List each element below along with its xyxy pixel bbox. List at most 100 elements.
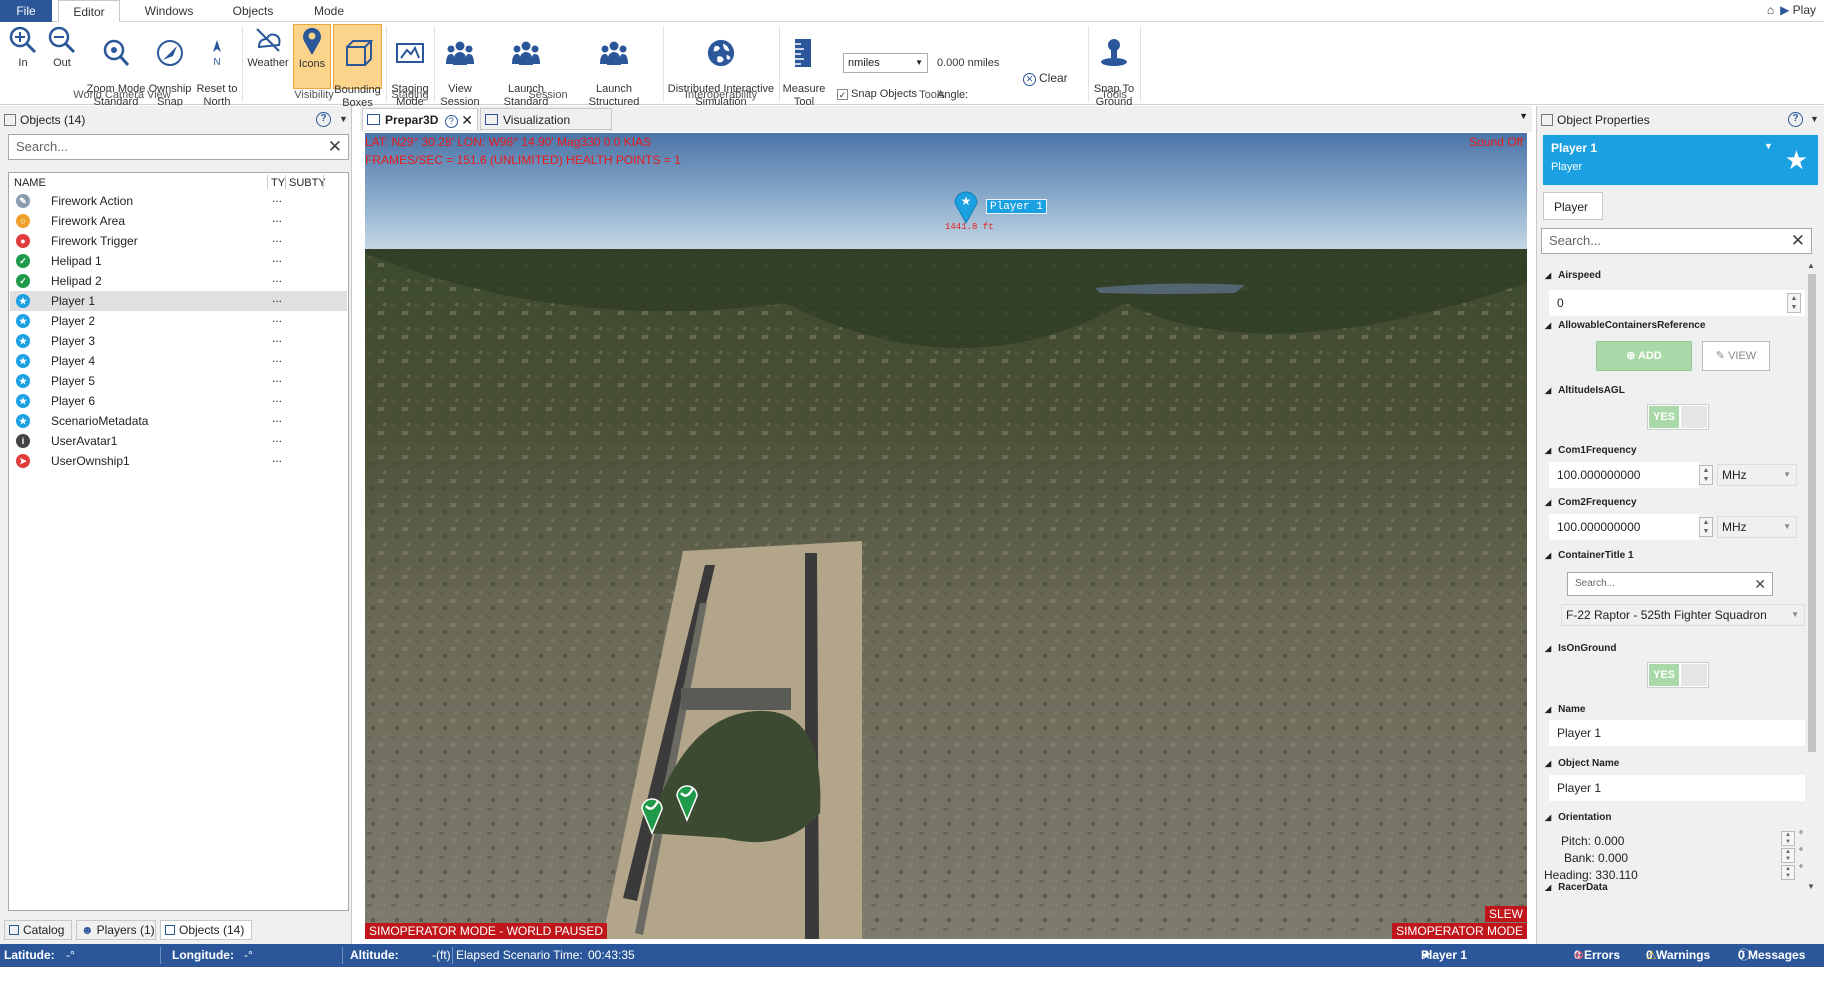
com2-stepper[interactable]: ▲ ▼ [1699, 517, 1713, 537]
zoom-in-button[interactable]: In [4, 24, 42, 70]
property-header-allowable[interactable]: ◢ AllowableContainersReference [1545, 320, 1705, 331]
name-field[interactable]: Player 1 [1549, 720, 1805, 746]
list-item[interactable]: ✓ Helipad 1... [10, 251, 347, 271]
list-item[interactable]: ★ Player 5... [10, 371, 347, 391]
menu-editor[interactable]: Editor [58, 0, 120, 23]
com2-unit-select[interactable]: MHz ▼ [1717, 516, 1797, 538]
errors-status[interactable]: ⊗ 0 Errors [1574, 944, 1620, 967]
view-button[interactable]: ✎ VIEW [1702, 341, 1770, 371]
clear-search-icon[interactable]: ✕ [1791, 229, 1805, 253]
com1-stepper[interactable]: ▲ ▼ [1699, 465, 1713, 485]
container-search-input[interactable]: Search... ✕ [1567, 572, 1773, 596]
list-item[interactable]: ● Firework Trigger... [10, 231, 347, 251]
selected-object-header[interactable]: Player 1 Player ▼ ★ [1543, 135, 1818, 185]
property-header-container[interactable]: ◢ ContainerTitle 1 [1545, 550, 1634, 561]
elapsed-time-label: Elapsed Scenario Time: [456, 948, 583, 962]
helipad-marker-icon[interactable] [639, 793, 665, 835]
play-button[interactable]: ⌂ ▶ Play [1767, 3, 1816, 17]
tab-catalog[interactable]: Catalog [4, 920, 72, 940]
object-name-field[interactable]: Player 1 [1549, 775, 1805, 801]
chevron-down-icon[interactable]: ▼ [1764, 141, 1773, 151]
property-header-altitude-agl[interactable]: ◢ AltitudeIsAGL [1545, 385, 1625, 396]
bank-stepper[interactable]: ▲ ▼ [1781, 848, 1795, 863]
property-header-orientation[interactable]: ◢ Orientation [1545, 812, 1612, 823]
warnings-status[interactable]: ⚠ 0 Warnings [1646, 944, 1710, 967]
helipad-marker-icon[interactable] [674, 780, 700, 822]
menu-windows[interactable]: Windows [136, 0, 202, 22]
help-icon[interactable]: ? [444, 115, 458, 128]
column-header-subtype[interactable]: SUBTY [289, 177, 326, 189]
slew-status: SLEW [1484, 906, 1527, 922]
tab-overflow-icon[interactable]: ▼ [1519, 111, 1528, 121]
bounding-boxes-toggle-button[interactable]: Bounding Boxes [333, 24, 382, 109]
scrollbar-thumb[interactable] [1808, 274, 1816, 752]
player-marker-icon[interactable]: ★ [951, 185, 981, 225]
airspeed-field[interactable]: 0 [1549, 290, 1805, 316]
menu-file[interactable]: File [0, 0, 52, 22]
messages-status[interactable]: ⓘ 0 Messages [1738, 944, 1805, 967]
list-item[interactable]: ✓ Helipad 2... [10, 271, 347, 291]
property-header-name[interactable]: ◢ Name [1545, 704, 1585, 715]
close-tab-icon[interactable]: ✕ [461, 109, 473, 131]
property-header-on-ground[interactable]: ◢ IsOnGround [1545, 643, 1617, 654]
list-item[interactable]: i UserAvatar1... [10, 431, 347, 451]
pitch-field[interactable]: Pitch: 0.000 [1561, 834, 1624, 848]
player-icon: ★ [16, 394, 30, 408]
bank-field[interactable]: Bank: 0.000 [1564, 851, 1628, 865]
breadcrumb[interactable]: Player [1543, 192, 1604, 220]
properties-search-input[interactable]: Search... ✕ [1541, 228, 1812, 254]
help-icon[interactable]: ? [316, 112, 331, 127]
com1-unit-select[interactable]: MHz ▼ [1717, 464, 1797, 486]
container-title-select[interactable]: F-22 Raptor - 525th Fighter Squadron ▼ [1561, 604, 1805, 626]
com2-frequency-field[interactable]: 100.000000000 [1549, 514, 1699, 540]
add-button[interactable]: ⊕ ADD [1596, 341, 1692, 371]
list-item[interactable]: ➤ UserOwnship1... [10, 451, 347, 471]
zoom-out-button[interactable]: Out [44, 24, 80, 70]
airspeed-stepper[interactable]: ▲ ▼ [1787, 293, 1801, 313]
list-item[interactable]: ★ Player 1... [10, 291, 347, 311]
selected-player-status[interactable]: ★ Player 1 [1421, 944, 1467, 967]
help-icon[interactable]: ? [1788, 112, 1803, 127]
heading-stepper[interactable]: ▲ ▼ [1781, 865, 1795, 880]
list-item[interactable]: ★ Player 6... [10, 391, 347, 411]
property-header-com2[interactable]: ◢ Com2Frequency [1545, 497, 1637, 508]
scroll-up-icon[interactable]: ▲ [1807, 261, 1815, 270]
icons-toggle-button[interactable]: Icons [293, 24, 331, 89]
com1-frequency-field[interactable]: 100.000000000 [1549, 462, 1699, 488]
objects-search-input[interactable]: Search... ✕ [8, 134, 349, 160]
scroll-down-icon[interactable]: ▼ [1807, 882, 1815, 891]
altitude-agl-toggle[interactable]: YES [1647, 404, 1709, 430]
list-item[interactable]: ★ Player 3... [10, 331, 347, 351]
property-header-object-name[interactable]: ◢ Object Name [1545, 758, 1619, 769]
3d-viewport[interactable]: LAT: N29° 30.28' LON: W98° 14.90' Mag330… [365, 133, 1527, 939]
property-header-airspeed[interactable]: ◢ Airspeed [1545, 270, 1601, 281]
column-header-name[interactable]: NAME [14, 177, 46, 189]
menu-objects[interactable]: Objects [222, 0, 284, 22]
properties-scrollbar[interactable]: ▲ ▼ [1805, 260, 1819, 892]
tab-objects[interactable]: Objects (14) [160, 920, 252, 940]
property-header-racer-data[interactable]: ◢ RacerData [1545, 882, 1608, 891]
menu-mode[interactable]: Mode [304, 0, 354, 22]
list-item[interactable]: ★ Player 4... [10, 351, 347, 371]
pitch-stepper[interactable]: ▲ ▼ [1781, 831, 1795, 846]
tab-visualization[interactable]: Visualization [480, 108, 612, 130]
list-item[interactable]: ○ Firework Area... [10, 211, 347, 231]
on-ground-toggle[interactable]: YES [1647, 662, 1709, 688]
list-item[interactable]: ✎ Firework Action... [10, 191, 347, 211]
catalog-icon [9, 925, 19, 935]
weather-button[interactable]: Weather [246, 24, 290, 70]
panel-menu-icon[interactable]: ▼ [339, 114, 348, 124]
clear-button[interactable]: ✕ Clear [1023, 71, 1068, 86]
clear-search-icon[interactable]: ✕ [328, 135, 342, 159]
hud-fps-readout: FRAMES/SEC = 151.6 (UNLIMITED) HEALTH PO… [365, 153, 681, 167]
heading-field[interactable]: Heading: 330.110 [1544, 868, 1638, 882]
clear-search-icon[interactable]: ✕ [1754, 573, 1766, 595]
tab-prepar3d[interactable]: Prepar3D ? ✕ [362, 108, 478, 130]
property-header-com1[interactable]: ◢ Com1Frequency [1545, 445, 1637, 456]
distance-unit-select[interactable]: nmiles ▼ [843, 53, 928, 73]
tab-players[interactable]: ☻ Players (1) [76, 920, 156, 940]
list-item[interactable]: ★ Player 2... [10, 311, 347, 331]
panel-menu-icon[interactable]: ▼ [1810, 114, 1819, 124]
list-item[interactable]: ★ ScenarioMetadata... [10, 411, 347, 431]
collapse-icon[interactable]: ⌂ [1767, 3, 1774, 17]
